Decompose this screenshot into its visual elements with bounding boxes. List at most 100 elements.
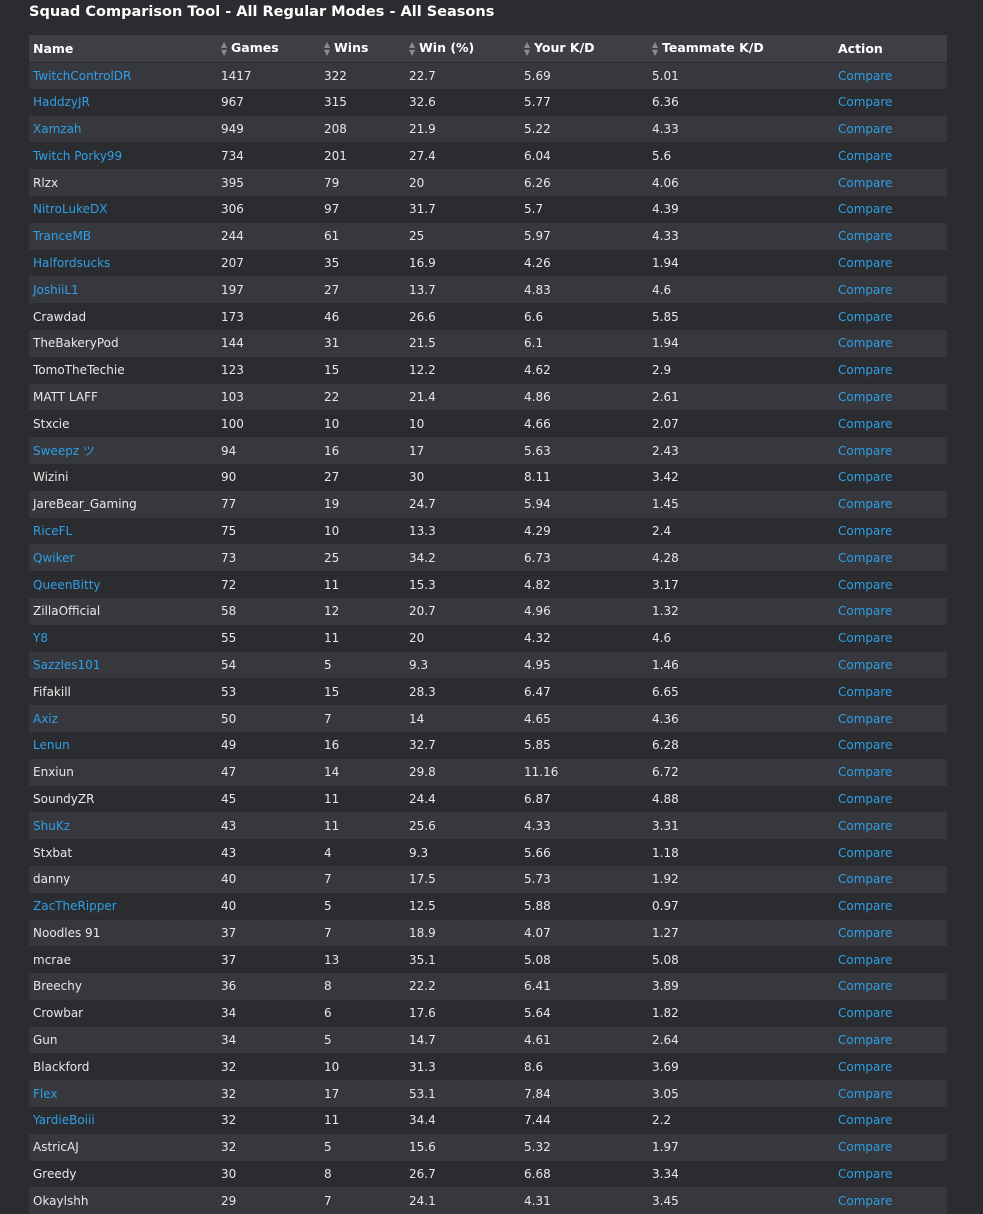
compare-link[interactable]: Compare	[838, 551, 892, 565]
compare-link[interactable]: Compare	[838, 819, 892, 833]
compare-link[interactable]: Compare	[838, 69, 892, 83]
player-profile-link[interactable]: Y8	[33, 631, 48, 645]
compare-link[interactable]: Compare	[838, 979, 892, 993]
player-profile-link[interactable]: Qwiker	[33, 551, 74, 565]
compare-link[interactable]: Compare	[838, 604, 892, 618]
compare-link[interactable]: Compare	[838, 738, 892, 752]
player-profile-link[interactable]: Flex	[33, 1087, 58, 1101]
player-profile-link[interactable]: ShuKz	[33, 819, 70, 833]
compare-link[interactable]: Compare	[838, 176, 892, 190]
compare-link[interactable]: Compare	[838, 631, 892, 645]
compare-link[interactable]: Compare	[838, 524, 892, 538]
player-profile-link[interactable]: Twitch Porky99	[33, 149, 122, 163]
action-cell: Compare	[834, 303, 947, 330]
games-cell: 72	[221, 577, 237, 592]
compare-link[interactable]: Compare	[838, 256, 892, 270]
teammate-kd-cell: 5.85	[652, 309, 679, 324]
compare-link[interactable]: Compare	[838, 953, 892, 967]
your-kd-cell: 5.08	[524, 952, 551, 967]
compare-link[interactable]: Compare	[838, 1113, 892, 1127]
win-pct-cell: 12.2	[409, 363, 436, 378]
games-cell: 58	[221, 604, 237, 619]
player-profile-link[interactable]: TwitchControlDR	[33, 69, 131, 83]
compare-link[interactable]: Compare	[838, 122, 892, 136]
your-kd-cell: 8.6	[524, 1059, 544, 1074]
games-cell: 54	[221, 657, 237, 672]
column-header-wins[interactable]: ▲ ▼ Wins	[320, 35, 405, 63]
compare-link[interactable]: Compare	[838, 658, 892, 672]
compare-link[interactable]: Compare	[838, 390, 892, 404]
player-name-cell: danny	[29, 866, 217, 893]
player-name-cell: MATT LAFF	[29, 384, 217, 411]
player-profile-link[interactable]: QueenBitty	[33, 578, 101, 592]
player-name-cell: Flex	[29, 1080, 217, 1107]
player-profile-link[interactable]: JoshiiL1	[33, 283, 79, 297]
compare-link[interactable]: Compare	[838, 765, 892, 779]
compare-link[interactable]: Compare	[838, 310, 892, 324]
player-name-cell: Wizini	[29, 464, 217, 491]
compare-link[interactable]: Compare	[838, 444, 892, 458]
player-profile-link[interactable]: NitroLukeDX	[33, 202, 107, 216]
compare-link[interactable]: Compare	[838, 283, 892, 297]
compare-link[interactable]: Compare	[838, 872, 892, 886]
wins-cell: 46	[324, 309, 340, 324]
action-cell: Compare	[834, 491, 947, 518]
compare-link[interactable]: Compare	[838, 149, 892, 163]
player-name-cell: Twitch Porky99	[29, 142, 217, 169]
player-profile-link[interactable]: TranceMB	[33, 229, 91, 243]
games-cell: 30	[221, 1167, 237, 1182]
your-kd-cell: 5.77	[524, 95, 551, 110]
compare-link[interactable]: Compare	[838, 417, 892, 431]
compare-link[interactable]: Compare	[838, 363, 892, 377]
compare-link[interactable]: Compare	[838, 95, 892, 109]
compare-link[interactable]: Compare	[838, 470, 892, 484]
compare-link[interactable]: Compare	[838, 578, 892, 592]
teammate-kd-cell: 1.92	[652, 872, 679, 887]
compare-link[interactable]: Compare	[838, 497, 892, 511]
table-row: MATT LAFF 103 22 21.4 4.86 2.61 Compare	[29, 383, 947, 411]
column-header-label: Name	[33, 40, 74, 56]
player-profile-link[interactable]: HaddzyJR	[33, 95, 90, 109]
compare-link[interactable]: Compare	[838, 792, 892, 806]
column-header-name[interactable]: Name	[29, 35, 217, 63]
player-profile-link[interactable]: YardieBoiii	[33, 1113, 95, 1127]
player-name-cell: Stxcie	[29, 410, 217, 437]
player-profile-link[interactable]: Sazzles101	[33, 658, 100, 672]
column-header-your-kd[interactable]: ▲ ▼ Your K/D	[520, 35, 648, 63]
player-name-cell: QueenBitty	[29, 571, 217, 598]
column-header-games[interactable]: ▲ ▼ Games	[217, 35, 320, 63]
compare-link[interactable]: Compare	[838, 1006, 892, 1020]
compare-link[interactable]: Compare	[838, 846, 892, 860]
action-cell: Compare	[834, 652, 947, 679]
games-cell: 967	[221, 95, 244, 110]
compare-link[interactable]: Compare	[838, 926, 892, 940]
your-kd-cell: 4.95	[524, 657, 551, 672]
player-profile-link[interactable]: RiceFL	[33, 524, 72, 538]
compare-link[interactable]: Compare	[838, 202, 892, 216]
table-row: Qwiker 73 25 34.2 6.73 4.28 Compare	[29, 544, 947, 572]
compare-link[interactable]: Compare	[838, 336, 892, 350]
compare-link[interactable]: Compare	[838, 1033, 892, 1047]
compare-link[interactable]: Compare	[838, 1140, 892, 1154]
player-profile-link[interactable]: Axiz	[33, 712, 58, 726]
compare-link[interactable]: Compare	[838, 712, 892, 726]
teammate-kd-cell: 1.94	[652, 255, 679, 270]
column-header-teammate-kd[interactable]: ▲ ▼ Teammate K/D	[648, 35, 834, 63]
player-profile-link[interactable]: Lenun	[33, 738, 70, 752]
player-profile-link[interactable]: Sweepz ツ	[33, 444, 95, 458]
player-name-cell: RiceFL	[29, 518, 217, 545]
player-profile-link[interactable]: Halfordsucks	[33, 256, 110, 270]
column-header-win-pct[interactable]: ▲ ▼ Win (%)	[405, 35, 520, 63]
games-cell: 45	[221, 791, 237, 806]
action-cell: Compare	[834, 625, 947, 652]
compare-link[interactable]: Compare	[838, 1194, 892, 1208]
compare-link[interactable]: Compare	[838, 229, 892, 243]
compare-link[interactable]: Compare	[838, 1167, 892, 1181]
compare-link[interactable]: Compare	[838, 1060, 892, 1074]
compare-link[interactable]: Compare	[838, 899, 892, 913]
wins-cell: 11	[324, 791, 340, 806]
compare-link[interactable]: Compare	[838, 685, 892, 699]
player-profile-link[interactable]: Xamzah	[33, 122, 82, 136]
player-profile-link[interactable]: ZacTheRipper	[33, 899, 117, 913]
compare-link[interactable]: Compare	[838, 1087, 892, 1101]
